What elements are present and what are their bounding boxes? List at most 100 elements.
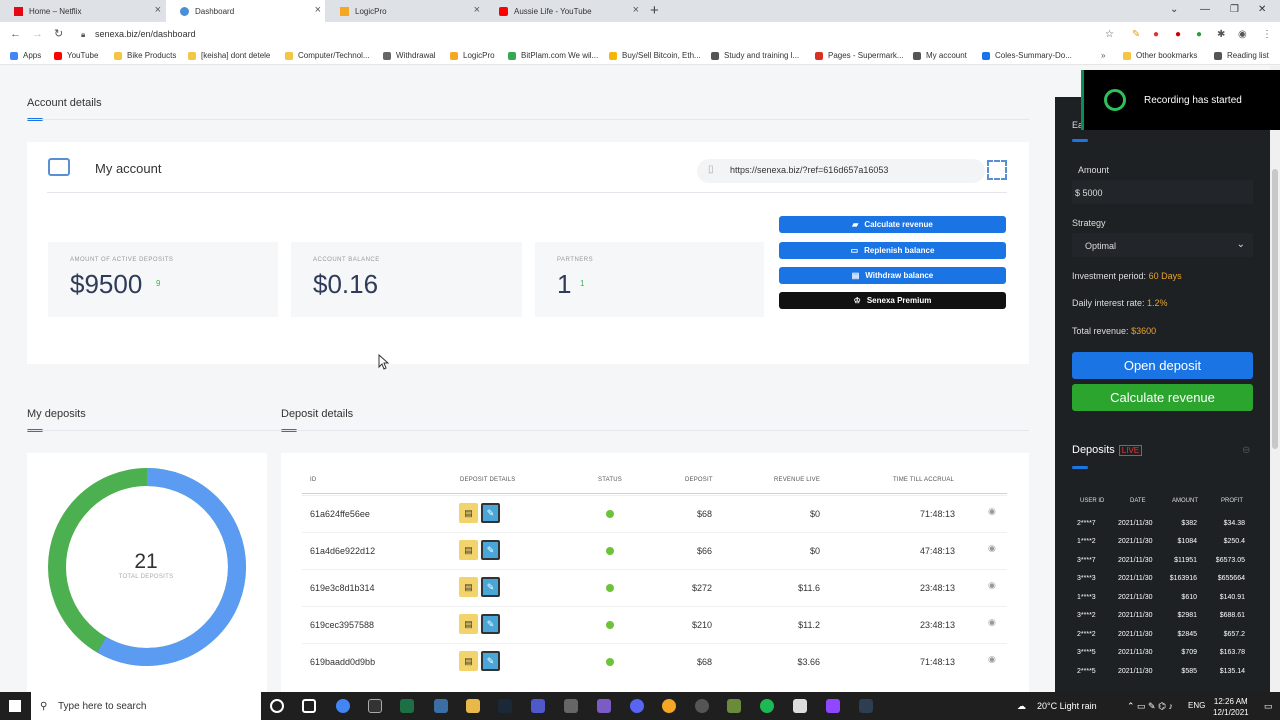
excel-icon[interactable]	[400, 699, 414, 713]
more-bookmarks-icon[interactable]: »	[1101, 51, 1105, 60]
extension-icon[interactable]: ●	[1153, 29, 1159, 40]
app-icon[interactable]	[662, 699, 676, 713]
app-icon[interactable]	[597, 699, 611, 713]
document-icon[interactable]: ▤	[459, 540, 478, 560]
deposit-details-icons[interactable]: ▤ ✎	[459, 614, 503, 634]
close-icon[interactable]: ×	[474, 5, 480, 16]
deposit-details-icons[interactable]: ▤ ✎	[459, 651, 503, 671]
document-icon[interactable]: ▤	[459, 651, 478, 671]
bookmark-other[interactable]: Other bookmarks	[1123, 51, 1197, 60]
weather-icon[interactable]: ☁	[1017, 701, 1026, 712]
copy-icon[interactable]: ▯	[708, 164, 714, 175]
collapse-icon[interactable]: ⊖	[1242, 445, 1250, 456]
forward-icon[interactable]: →	[32, 29, 43, 40]
close-icon[interactable]: ×	[633, 5, 639, 16]
eye-icon[interactable]: ◉	[988, 506, 996, 517]
minecraft-icon[interactable]	[727, 699, 741, 713]
cortana-icon[interactable]	[270, 699, 284, 713]
system-tray-icons[interactable]: ⌃ ▭ ✎ ⌬ ♪	[1127, 701, 1173, 712]
lock-icon[interactable]: 🔒︎	[81, 30, 85, 40]
receipt-icon[interactable]: ✎	[481, 540, 500, 560]
document-icon[interactable]: ▤	[459, 577, 478, 597]
bookmark-pages[interactable]: Pages - Supermark...	[815, 51, 904, 60]
open-deposit-button[interactable]: Open deposit	[1072, 352, 1253, 379]
app-icon[interactable]	[564, 699, 578, 713]
notifications-icon[interactable]: ▭	[1264, 701, 1273, 712]
scrollbar-thumb[interactable]	[1272, 169, 1278, 449]
calculate-revenue-button[interactable]: ▰ Calculate revenue	[779, 216, 1006, 233]
senexa-premium-button[interactable]: ♔ Senexa Premium	[779, 292, 1006, 309]
steam-icon[interactable]	[498, 699, 512, 713]
eye-icon[interactable]: ◉	[988, 543, 996, 554]
receipt-icon[interactable]: ✎	[481, 577, 500, 597]
bookmark-reading-list[interactable]: Reading list	[1214, 51, 1269, 60]
receipt-icon[interactable]: ✎	[481, 503, 500, 523]
close-icon[interactable]: ×	[155, 5, 161, 16]
tab-youtube[interactable]: Aussie Life - YouTube ×	[485, 0, 643, 22]
bookmark-coles[interactable]: Coles-Summary-Do...	[982, 51, 1072, 60]
tab-search-icon[interactable]: ⌄	[1170, 4, 1178, 15]
bookmark-apps[interactable]: Apps	[10, 51, 41, 60]
withdraw-balance-button[interactable]: ▤ Withdraw balance	[779, 267, 1006, 284]
tab-netflix[interactable]: Home – Netflix ×	[0, 0, 165, 22]
bookmark-bitplam[interactable]: BitPlam.com We wil...	[508, 51, 598, 60]
avatar[interactable]: ◉	[1238, 29, 1247, 40]
bookmark-keisha[interactable]: [keisha] dont detele	[188, 51, 270, 60]
tab-dashboard[interactable]: Dashboard ×	[166, 0, 325, 22]
restore-button[interactable]: ❐	[1230, 4, 1239, 15]
app-icon[interactable]	[434, 699, 448, 713]
document-icon[interactable]: ▤	[459, 503, 478, 523]
bookmark-logicpro[interactable]: LogicPro	[450, 51, 495, 60]
bookmark-bike[interactable]: Bike Products	[114, 51, 176, 60]
reload-icon[interactable]: ↻	[54, 29, 63, 40]
app-icon[interactable]	[793, 699, 807, 713]
bookmark-myaccount[interactable]: My account	[913, 51, 967, 60]
chrome-icon[interactable]	[336, 699, 350, 713]
pen-extension-icon[interactable]: ✎	[1132, 29, 1140, 40]
app-icon[interactable]	[859, 699, 873, 713]
weather-text[interactable]: 20°C Light rain	[1037, 701, 1097, 711]
close-window-button[interactable]: ✕	[1258, 4, 1266, 15]
referral-link-field[interactable]: ▯ https://senexa.biz/?ref=616d657a16053	[697, 159, 985, 183]
overwatch-icon[interactable]	[695, 699, 709, 713]
replenish-balance-button[interactable]: ▭ Replenish balance	[779, 242, 1006, 259]
amount-input[interactable]: $ 5000	[1072, 180, 1253, 204]
minimize-button[interactable]: —	[1200, 4, 1210, 15]
deposit-details-icons[interactable]: ▤ ✎	[459, 577, 503, 597]
twitch-icon[interactable]	[826, 699, 840, 713]
bookmark-buysell[interactable]: Buy/Sell Bitcoin, Eth...	[609, 51, 701, 60]
close-icon[interactable]: ×	[315, 5, 321, 16]
taskbar-search-box[interactable]: ⚲ Type here to search	[31, 692, 261, 720]
extension-icon[interactable]: ●	[1175, 29, 1181, 40]
bookmark-youtube[interactable]: YouTube	[54, 51, 98, 60]
terminal-icon[interactable]	[368, 699, 382, 713]
qr-code-icon[interactable]	[987, 160, 1007, 180]
task-view-icon[interactable]	[302, 699, 316, 713]
discord-icon[interactable]	[630, 699, 644, 713]
back-icon[interactable]: ←	[10, 29, 21, 40]
receipt-icon[interactable]: ✎	[481, 614, 500, 634]
star-icon[interactable]: ☆	[1105, 29, 1114, 40]
document-icon[interactable]: ▤	[459, 614, 478, 634]
tab-logicpro[interactable]: LogicPro ×	[326, 0, 484, 22]
eye-icon[interactable]: ◉	[988, 580, 996, 591]
url-field[interactable]: senexa.biz/en/dashboard	[95, 29, 196, 39]
puzzle-icon[interactable]: ✱	[1217, 29, 1225, 40]
bookmark-study[interactable]: Study and training l...	[711, 51, 799, 60]
calculate-revenue-panel-button[interactable]: Calculate revenue	[1072, 384, 1253, 411]
new-tab-button[interactable]: +	[650, 3, 659, 18]
eye-icon[interactable]: ◉	[988, 654, 996, 665]
bookmark-computer[interactable]: Computer/Technol...	[285, 51, 370, 60]
deposit-details-icons[interactable]: ▤ ✎	[459, 540, 503, 560]
bookmark-withdrawal[interactable]: Withdrawal	[383, 51, 436, 60]
receipt-icon[interactable]: ✎	[481, 651, 500, 671]
teams-icon[interactable]	[531, 699, 545, 713]
language-indicator[interactable]: ENG	[1188, 701, 1205, 710]
spotify-icon[interactable]	[760, 699, 774, 713]
grammarly-icon[interactable]: ●	[1196, 29, 1202, 40]
taskbar-clock[interactable]: 12:26 AM 12/1/2021	[1213, 696, 1249, 718]
eye-icon[interactable]: ◉	[988, 617, 996, 628]
file-explorer-icon[interactable]	[466, 699, 480, 713]
strategy-select[interactable]: Optimal ⌄	[1072, 233, 1253, 257]
menu-icon[interactable]: ⋮	[1262, 29, 1272, 40]
